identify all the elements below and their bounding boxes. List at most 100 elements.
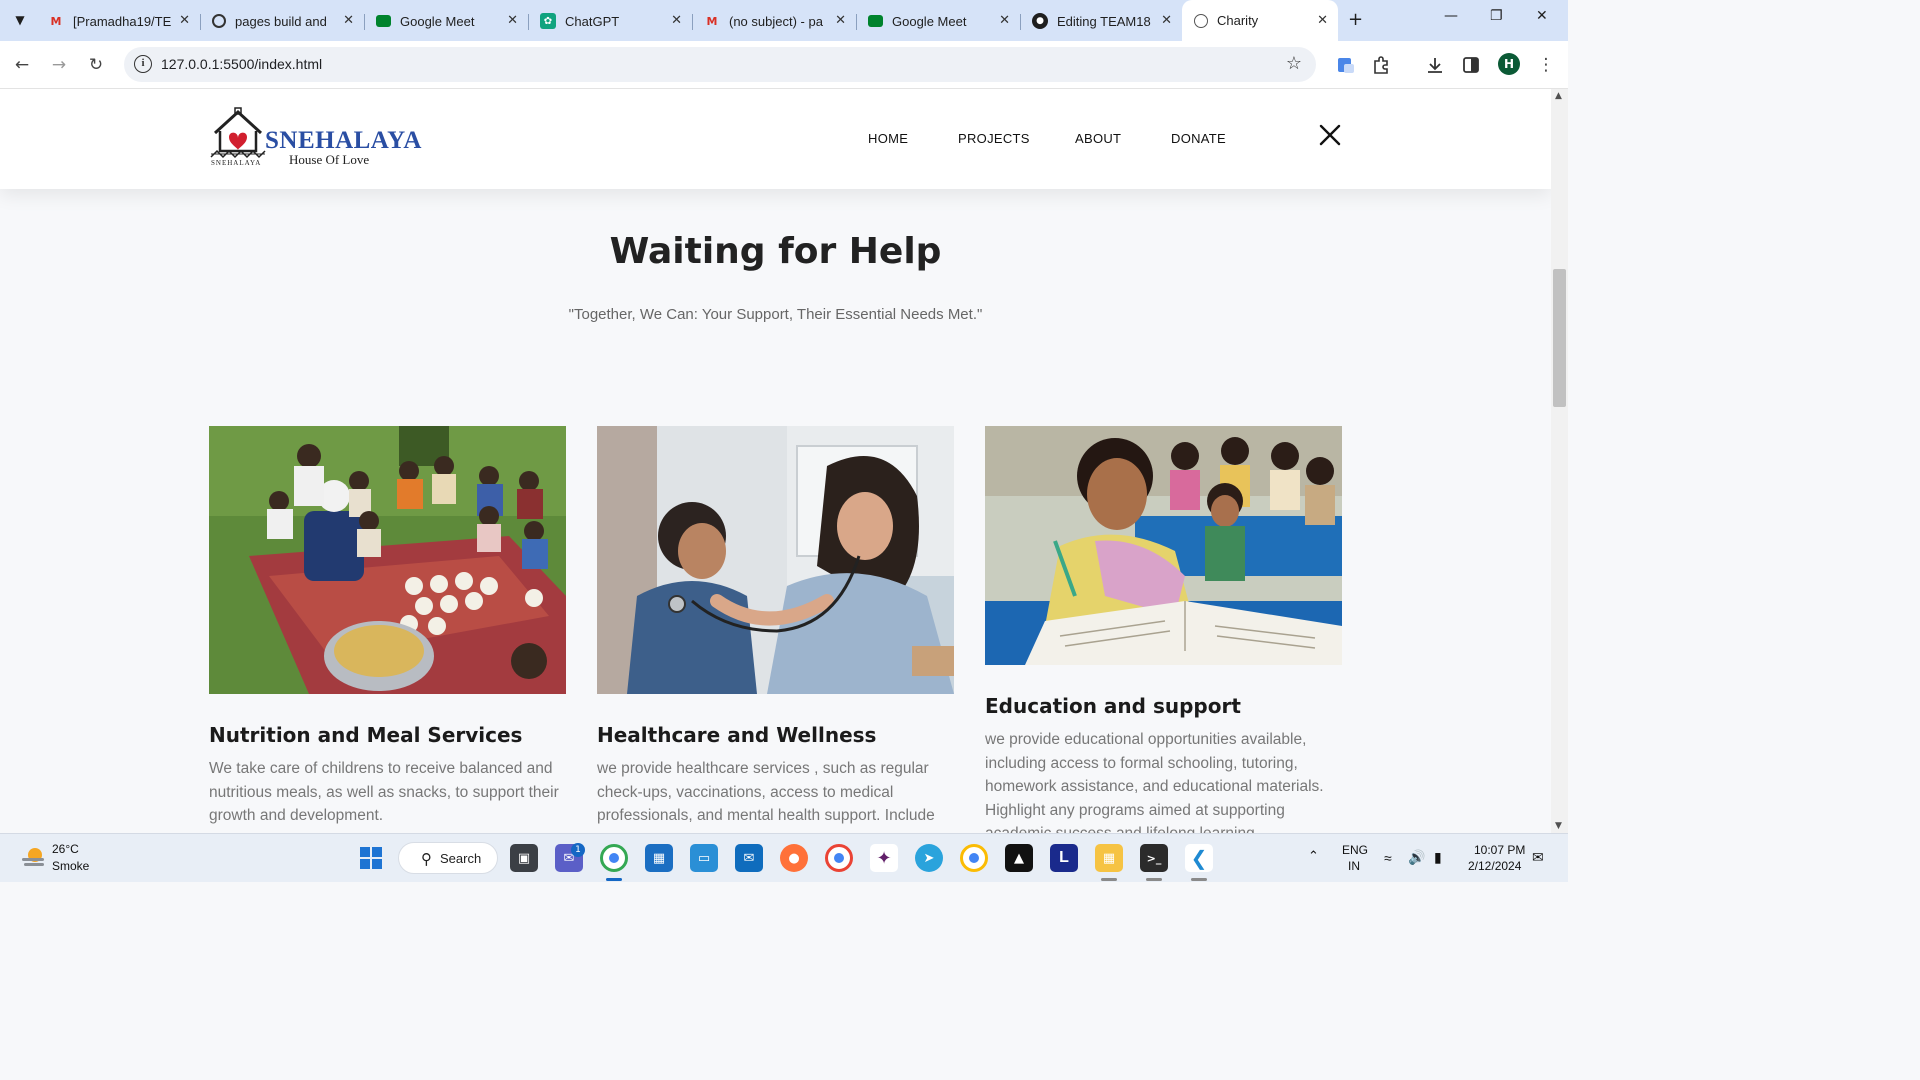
gmail-icon: M <box>50 14 62 28</box>
terminal-running-indicator <box>1146 878 1162 881</box>
site-logo[interactable]: SNEHALAYA House Of Love SNEHALAYA <box>209 107 421 169</box>
chrome-profile-icon[interactable] <box>825 844 853 872</box>
close-tab-icon[interactable]: ✕ <box>343 13 354 28</box>
restore-window-icon[interactable]: ❐ <box>1490 8 1503 24</box>
google-meet-icon <box>868 15 883 27</box>
browser-tab-chatgpt[interactable]: ✿ ChatGPT ✕ <box>528 6 693 36</box>
chrome-app-icon[interactable] <box>600 844 628 872</box>
browser-tab-gmail-no-subject[interactable]: M (no subject) - pa ✕ <box>692 6 857 36</box>
linkedin-learning-icon[interactable]: L <box>1050 844 1078 872</box>
mail-app-icon[interactable]: ✉ <box>735 844 763 872</box>
forward-icon[interactable]: → <box>47 53 71 77</box>
tab-title: Charity <box>1217 13 1259 28</box>
browser-tab-google-meet[interactable]: Google Meet ✕ <box>364 6 529 36</box>
firefox-icon[interactable]: ● <box>780 844 808 872</box>
tab-title: [Pramadha19/TE <box>73 13 172 29</box>
nutrition-card-image <box>209 426 566 694</box>
site-header: SNEHALAYA House Of Love SNEHALAYA HOME P… <box>0 89 1551 189</box>
language-indicator[interactable]: ENG <box>1342 843 1368 857</box>
girl-studying-classroom-photo <box>985 426 1342 665</box>
browser-tab-pages-build[interactable]: pages build and ✕ <box>200 6 365 36</box>
logo-tagline: House Of Love <box>289 152 370 167</box>
scroll-up-arrow-icon[interactable]: ▲ <box>1555 91 1562 101</box>
page-viewport: SNEHALAYA House Of Love SNEHALAYA HOME P… <box>0 89 1551 833</box>
nav-home[interactable]: HOME <box>868 131 908 146</box>
terminal-icon[interactable]: >_ <box>1140 844 1168 872</box>
clock-time[interactable]: 10:07 PM <box>1474 843 1525 857</box>
slack-icon[interactable]: ✦ <box>870 844 898 872</box>
volume-icon[interactable]: 🔊 <box>1408 849 1425 866</box>
notifications-bell-icon[interactable]: ✉ <box>1532 849 1544 866</box>
education-card-image <box>985 426 1342 665</box>
scroll-thumb[interactable] <box>1553 269 1566 407</box>
nutrition-card-title: Nutrition and Meal Services <box>209 723 523 747</box>
more-menu-icon[interactable]: ⋮ <box>1534 53 1558 77</box>
site-info-icon[interactable]: i <box>134 55 152 73</box>
browser-tab-gmail[interactable]: M [Pramadha19/TE ✕ <box>36 6 201 36</box>
nav-about[interactable]: ABOUT <box>1075 131 1121 146</box>
browser-tab-strip: ▼ M [Pramadha19/TE ✕ pages build and ✕ G… <box>0 0 1568 41</box>
vscode-icon[interactable]: ❮ <box>1185 844 1213 872</box>
reload-icon[interactable]: ↻ <box>84 53 108 77</box>
close-window-icon[interactable]: ✕ <box>1536 8 1548 24</box>
house-logo-icon <box>210 107 266 159</box>
education-card-title: Education and support <box>985 694 1241 718</box>
downloads-icon[interactable] <box>1423 53 1447 77</box>
telegram-icon[interactable]: ➤ <box>915 844 943 872</box>
logo-small-text: SNEHALAYA <box>211 159 262 167</box>
url-text[interactable]: 127.0.0.1:5500/index.html <box>161 56 322 72</box>
weather-haze-icon[interactable] <box>20 845 46 871</box>
minimize-window-icon[interactable]: — <box>1444 8 1458 24</box>
close-tab-icon[interactable]: ✕ <box>1317 13 1328 28</box>
chrome-beta-icon[interactable] <box>960 844 988 872</box>
explorer-running-indicator <box>1101 878 1117 881</box>
browser-tab-google-meet-2[interactable]: Google Meet ✕ <box>856 6 1021 36</box>
weather-condition: Smoke <box>52 859 90 873</box>
google-lens-extension-icon[interactable] <box>1334 53 1358 77</box>
extensions-puzzle-icon[interactable] <box>1369 53 1393 77</box>
task-view-icon[interactable]: ▣ <box>510 844 538 872</box>
close-tab-icon[interactable]: ✕ <box>671 13 682 28</box>
nutrition-card-text: We take care of childrens to receive bal… <box>209 760 559 824</box>
github-icon: ● <box>1032 13 1048 29</box>
address-bar[interactable]: i 127.0.0.1:5500/index.html ☆ <box>124 47 1316 82</box>
tab-search-dropdown-icon[interactable]: ▼ <box>8 8 32 32</box>
chrome-running-indicator <box>606 878 622 881</box>
browser-tab-charity[interactable]: Charity ✕ <box>1182 0 1338 41</box>
healthcare-card-image <box>597 426 954 694</box>
close-tab-icon[interactable]: ✕ <box>507 13 518 28</box>
bookmark-star-icon[interactable]: ☆ <box>1286 53 1302 74</box>
google-meet-icon <box>376 15 391 27</box>
close-menu-icon[interactable] <box>1318 123 1342 147</box>
code-editor-icon[interactable]: ▲ <box>1005 844 1033 872</box>
wifi-icon[interactable]: ≈ <box>1384 850 1392 866</box>
nav-donate[interactable]: DONATE <box>1171 131 1226 146</box>
scroll-down-arrow-icon[interactable]: ▼ <box>1555 821 1562 831</box>
battery-charging-icon[interactable]: ▮ <box>1434 849 1442 866</box>
file-explorer-icon[interactable]: ▦ <box>1095 844 1123 872</box>
close-tab-icon[interactable]: ✕ <box>1161 13 1172 28</box>
profile-avatar[interactable]: H <box>1498 53 1520 75</box>
show-hidden-icons-chevron-icon[interactable]: ⌃ <box>1308 848 1319 864</box>
browser-tab-editing-team18[interactable]: ● Editing TEAM18 ✕ <box>1020 6 1182 36</box>
monitor-app-icon[interactable]: ▭ <box>690 844 718 872</box>
close-tab-icon[interactable]: ✕ <box>179 13 190 28</box>
close-tab-icon[interactable]: ✕ <box>835 13 846 28</box>
section-subtitle: "Together, We Can: Your Support, Their E… <box>568 306 983 323</box>
side-panel-icon[interactable] <box>1459 53 1483 77</box>
browser-toolbar: ← → ↻ i 127.0.0.1:5500/index.html ☆ H ⋮ <box>0 41 1568 89</box>
windows-start-icon[interactable] <box>357 844 385 872</box>
page-scrollbar[interactable]: ▲ ▼ <box>1551 89 1568 833</box>
tab-title: ChatGPT <box>565 13 620 29</box>
close-tab-icon[interactable]: ✕ <box>999 13 1010 28</box>
tab-title: Google Meet <box>892 13 967 29</box>
nav-projects[interactable]: PROJECTS <box>958 131 1030 146</box>
children-eating-meal-photo <box>209 426 566 694</box>
back-icon[interactable]: ← <box>10 53 34 77</box>
clock-date[interactable]: 2/12/2024 <box>1468 859 1521 873</box>
new-tab-button[interactable]: + <box>1348 9 1363 30</box>
region-indicator[interactable]: IN <box>1348 859 1360 873</box>
microsoft-store-icon[interactable]: ▦ <box>645 844 673 872</box>
healthcare-card-text: we provide healthcare services , such as… <box>597 760 935 824</box>
taskbar-search[interactable]: ⚲ Search <box>398 842 498 874</box>
